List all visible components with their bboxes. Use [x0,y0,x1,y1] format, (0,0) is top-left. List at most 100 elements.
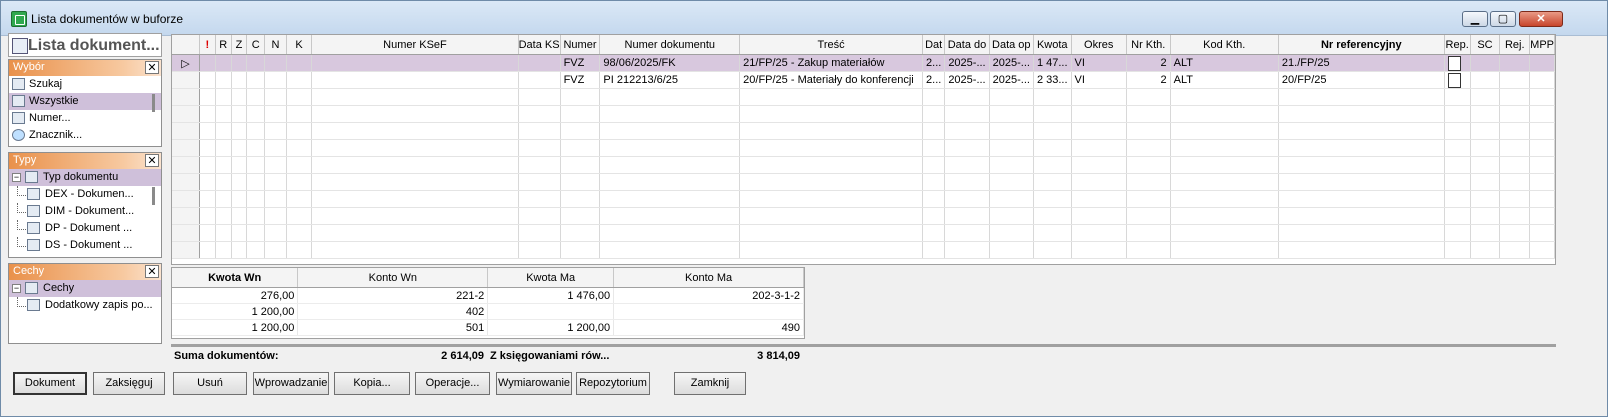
rep-checkbox[interactable] [1447,72,1461,88]
cell [518,54,561,72]
column-header[interactable]: Nr Kth. [1126,35,1171,55]
cell [989,156,1034,174]
row-indicator[interactable] [172,190,200,208]
column-header[interactable]: Rej. [1499,35,1531,55]
cell [286,54,313,72]
row-indicator[interactable] [172,88,200,106]
column-header[interactable]: ! [199,35,216,55]
table-row[interactable]: FVZ PI 212213/6/25 20/FP/25 - Materiały do… [172,71,1555,89]
table-row[interactable]: 1 200,00 501 1 200,00 490 [172,319,804,336]
tree-item[interactable]: DS - Dokument ... [9,237,161,254]
column-header[interactable]: Data do [944,35,990,55]
table-row[interactable] [172,173,1555,191]
cell [1170,207,1279,225]
collapse-icon[interactable]: − [12,173,21,182]
tree-item[interactable]: Dodatkowy zapis po... [9,297,161,314]
column-header[interactable]: Data op [989,35,1034,55]
column-header[interactable]: Konto Ma [613,268,804,288]
tree-item[interactable]: DEX - Dokumen... [9,186,161,203]
column-header[interactable]: Nr referencyjny [1278,35,1445,55]
row-indicator[interactable] [172,224,200,242]
table-row[interactable] [172,122,1555,140]
column-header[interactable]: Kwota Wn [172,268,299,288]
table-row[interactable] [172,88,1555,106]
zamknij-button[interactable]: Zamknij [674,372,746,395]
close-window-button[interactable]: ✕ [1519,11,1563,27]
cell [311,241,519,259]
column-header[interactable]: Kod Kth. [1170,35,1279,55]
table-row[interactable] [172,241,1555,259]
table-row[interactable]: 1 200,00 402 [172,303,804,320]
minimize-button[interactable]: ▁ [1462,11,1488,27]
section-close-button[interactable]: ✕ [145,265,159,278]
tree-item[interactable]: DIM - Dokument... [9,203,161,220]
list-item-numer[interactable]: Numer... [9,110,161,127]
cell [215,54,232,72]
wprowadzanie-button[interactable]: Wprowadzanie [253,372,329,395]
cell [1444,139,1471,157]
column-header[interactable]: Z [231,35,248,55]
column-header[interactable]: Data KS [518,35,561,55]
column-header[interactable]: N [264,35,287,55]
column-header[interactable]: Rep. [1444,35,1471,55]
column-header[interactable]: R [215,35,232,55]
usun-button[interactable]: Usuń [173,372,247,395]
section-close-button[interactable]: ✕ [145,61,159,74]
item-label: DS - Dokument ... [45,239,133,251]
list-item-znacznik[interactable]: Znacznik... [9,127,161,144]
column-header[interactable]: Kwota [1033,35,1072,55]
column-header[interactable]: Numer dokumentu [599,35,741,55]
tree-item-cechy[interactable]: − Cechy [9,280,161,297]
tree-item-typ-dokumentu[interactable]: − Typ dokumentu [9,169,161,186]
table-row[interactable] [172,139,1555,157]
maximize-button[interactable]: ▢ [1490,11,1516,27]
rep-checkbox[interactable] [1447,55,1461,71]
table-row[interactable] [172,156,1555,174]
table-row[interactable] [172,224,1555,242]
column-header[interactable]: Numer KSeF [311,35,519,55]
cell [989,207,1034,225]
tree-item[interactable]: DP - Dokument ... [9,220,161,237]
row-indicator[interactable] [172,139,200,157]
row-indicator[interactable]: ▷ [172,54,200,72]
column-header[interactable]: K [286,35,313,55]
cell [944,139,990,157]
kopia-button[interactable]: Kopia... [334,372,410,395]
column-header[interactable]: Konto Wn [297,268,489,288]
section-close-button[interactable]: ✕ [145,154,159,167]
wymiarowanie-button[interactable]: Wymiarowanie [496,372,572,395]
repozytorium-button[interactable]: Repozytorium [576,372,650,395]
cell [1278,139,1445,157]
row-indicator[interactable] [172,156,200,174]
table-row[interactable] [172,105,1555,123]
operacje-button[interactable]: Operacje... [415,372,490,395]
table-row[interactable] [172,190,1555,208]
cell [1170,190,1279,208]
row-indicator[interactable] [172,241,200,259]
collapse-icon[interactable]: − [12,284,21,293]
row-indicator[interactable] [172,207,200,225]
dokument-button[interactable]: Dokument [13,372,87,395]
row-indicator[interactable] [172,105,200,123]
column-header[interactable]: Treść [739,35,924,55]
table-row[interactable]: ▷ FVZ 98/06/2025/FK 21/FP/25 - Zakup materi… [172,54,1555,72]
cell [1071,88,1127,106]
row-indicator[interactable] [172,122,200,140]
table-row[interactable] [172,207,1555,225]
list-item-wszystkie[interactable]: Wszystkie [9,93,161,110]
zaksieguj-button[interactable]: Zaksięguj [93,372,165,395]
table-row[interactable]: 276,00 221-2 1 476,00 202-3-1-2 [172,287,804,304]
column-header[interactable]: C [246,35,266,55]
column-header[interactable]: SC [1470,35,1501,55]
scrollbar[interactable] [152,187,155,205]
column-header[interactable]: Okres [1071,35,1127,55]
column-header[interactable]: Numer [560,35,601,55]
scrollbar[interactable] [152,94,155,112]
list-item-szukaj[interactable]: Szukaj [9,76,161,93]
row-indicator[interactable] [172,173,200,191]
row-indicator[interactable] [172,71,200,89]
column-header[interactable]: Dat [922,35,946,55]
column-header[interactable]: Kwota Ma [487,268,615,288]
cell: 2 [1126,71,1171,89]
column-header[interactable]: MPP [1529,35,1555,55]
